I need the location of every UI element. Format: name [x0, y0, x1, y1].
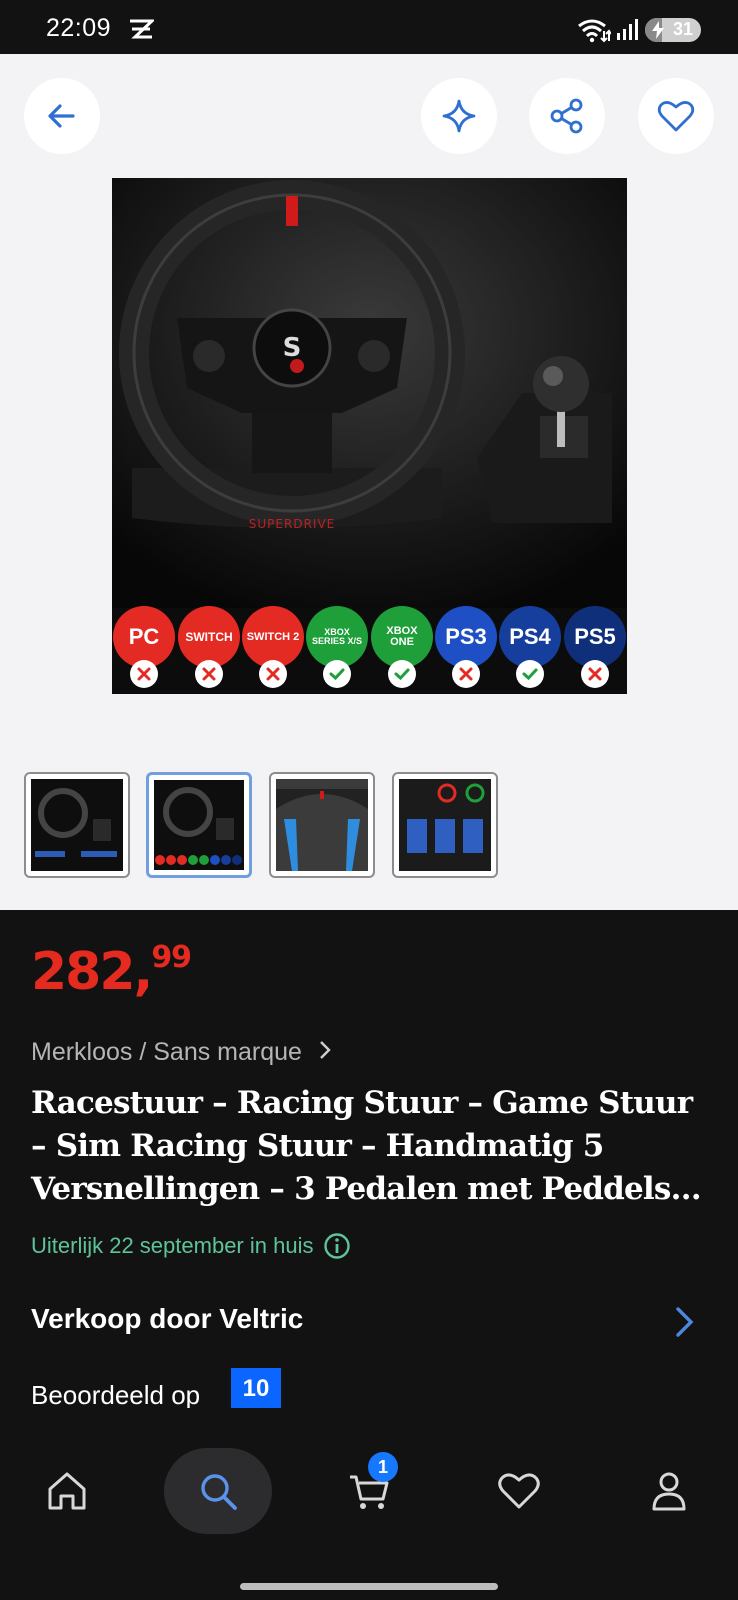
cross-icon	[195, 660, 223, 688]
product-gallery: S SUPERDRIVE PC SWITCH SWITCH 2 XBOX SERIES…	[0, 54, 738, 910]
battery-level: 31	[672, 19, 693, 39]
ai-assistant-button[interactable]	[421, 78, 497, 154]
seller-row[interactable]: Verkoop door Veltric	[0, 1295, 738, 1355]
svg-text:S: S	[283, 333, 302, 363]
cross-icon	[452, 660, 480, 688]
product-title: Racestuur – Racing Stuur – Game Stuur – …	[31, 1085, 702, 1207]
cross-icon	[581, 660, 609, 688]
compat-badge: XBOX SERIES X/S	[306, 606, 368, 692]
share-button[interactable]	[529, 78, 605, 154]
chevron-right-icon	[320, 1041, 331, 1059]
nav-favorites[interactable]	[476, 1448, 562, 1534]
home-icon	[48, 1472, 86, 1510]
brand-label: Merkloos / Sans marque	[31, 1038, 302, 1066]
product-details: 282,99 Merkloos / Sans marque Racestuur …	[0, 910, 738, 1408]
thumbnail-image	[399, 779, 491, 871]
seller-label: Verkoop door Veltric	[31, 1303, 304, 1334]
signal-icon	[617, 19, 638, 40]
notification-app-icon	[130, 19, 154, 39]
compat-label: PS4	[499, 606, 561, 668]
thumbnail-image	[276, 779, 368, 871]
heart-icon	[498, 1473, 540, 1509]
status-time: 22:09	[46, 14, 112, 42]
share-icon	[550, 98, 583, 134]
compat-badge: SWITCH	[178, 606, 240, 692]
thumbnail-3[interactable]	[269, 772, 375, 878]
compat-badge: XBOX ONE	[371, 606, 433, 692]
compat-badge: SWITCH 2	[242, 606, 304, 692]
compat-label: PS3	[435, 606, 497, 668]
cross-icon	[130, 660, 158, 688]
back-button[interactable]	[24, 78, 100, 154]
compat-badge: PC	[113, 606, 175, 692]
compat-label: SWITCH 2	[242, 606, 304, 668]
charging-bolt-icon	[652, 21, 664, 39]
nav-home[interactable]	[24, 1448, 110, 1534]
nav-cart[interactable]: 1	[326, 1448, 412, 1534]
price-cents: 99	[151, 940, 192, 975]
chevron-right-icon	[676, 1307, 694, 1337]
thumbnail-image	[31, 779, 123, 871]
search-icon	[201, 1474, 237, 1510]
brand-link[interactable]: Merkloos / Sans marque	[31, 1038, 331, 1067]
brand-mark: SUPERDRIVE	[249, 517, 335, 531]
racing-wheel-illustration: S SUPERDRIVE	[112, 178, 627, 608]
rating-label: Beoordeeld op	[31, 1380, 201, 1408]
check-icon	[388, 660, 416, 688]
favorite-button[interactable]	[638, 78, 714, 154]
thumbnail-image	[154, 780, 244, 870]
compat-badge: PS5	[564, 606, 626, 692]
compat-badge: PS4	[499, 606, 561, 692]
wifi-icon	[578, 19, 611, 43]
compat-label: PS5	[564, 606, 626, 668]
product-main-image[interactable]: S SUPERDRIVE PC SWITCH SWITCH 2 XBOX SERIES…	[112, 178, 627, 694]
thumbnail-1[interactable]	[24, 772, 130, 878]
battery-indicator: 31	[645, 18, 701, 42]
heart-icon	[657, 101, 695, 132]
compat-badge: PS3	[435, 606, 497, 692]
thumbnail-2[interactable]	[146, 772, 252, 878]
compat-label: PC	[113, 606, 175, 668]
nav-search[interactable]	[164, 1448, 272, 1534]
price-whole: 282,	[31, 942, 153, 1002]
compatibility-row: PC SWITCH SWITCH 2 XBOX SERIES X/S XBOX ONE P…	[112, 606, 627, 692]
delivery-text: Uiterlijk 22 september in huis	[31, 1233, 314, 1258]
compat-label: XBOX ONE	[371, 606, 433, 668]
thumbnail-4[interactable]	[392, 772, 498, 878]
compat-label: XBOX SERIES X/S	[306, 606, 368, 668]
arrow-left-icon	[48, 104, 75, 128]
nav-account[interactable]	[626, 1448, 712, 1534]
home-indicator[interactable]	[240, 1583, 498, 1590]
price: 282,99	[31, 940, 192, 1002]
bottom-navigation: 1	[0, 1408, 738, 1600]
status-bar: 22:09 31	[0, 0, 738, 54]
sparkle-icon	[442, 99, 476, 133]
user-icon	[652, 1472, 686, 1511]
check-icon	[516, 660, 544, 688]
rating-row: Beoordeeld op 10	[31, 1368, 281, 1408]
cross-icon	[259, 660, 287, 688]
rating-badge: 10	[231, 1368, 281, 1408]
cart-count-badge: 1	[368, 1452, 398, 1482]
delivery-info: Uiterlijk 22 september in huis	[31, 1232, 351, 1260]
info-icon[interactable]	[323, 1232, 351, 1260]
check-icon	[323, 660, 351, 688]
compat-label: SWITCH	[178, 606, 240, 668]
